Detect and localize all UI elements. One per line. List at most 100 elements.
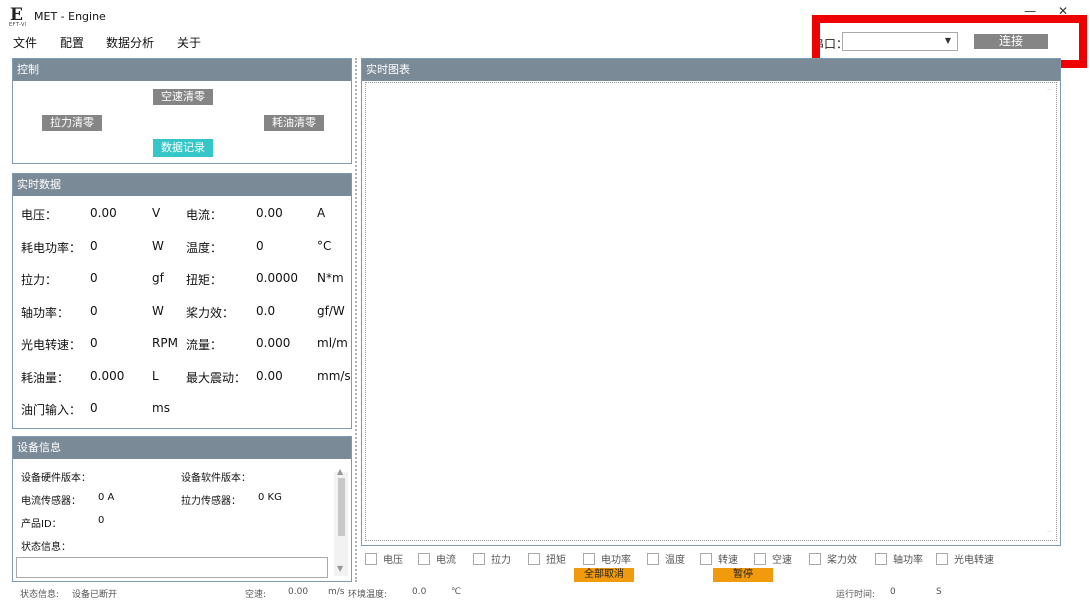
realtime-value: 0.00 xyxy=(256,206,283,220)
scroll-up-icon[interactable]: ▲ xyxy=(337,467,343,476)
realtime-label: 光电转速： xyxy=(21,338,82,352)
airspeed-zero-button[interactable]: 空速清零 xyxy=(153,89,213,105)
chart-plot-area[interactable] xyxy=(365,82,1057,541)
status-info-label: 状态信息： xyxy=(21,542,71,553)
checkbox-label: 电流 xyxy=(436,555,456,566)
checkbox-label: 转速 xyxy=(718,555,738,566)
device-info-scroll-thumb[interactable] xyxy=(338,478,345,536)
realtime-unit: V xyxy=(152,206,161,220)
series-checkbox[interactable]: 电压 xyxy=(365,551,403,566)
series-checkbox[interactable]: 空速 xyxy=(754,551,792,566)
series-checkbox[interactable]: 拉力 xyxy=(473,551,511,566)
realtime-label: 电流： xyxy=(186,208,223,222)
checkbox-box[interactable] xyxy=(583,553,595,565)
checkbox-label: 轴功率 xyxy=(893,555,923,566)
menu-file[interactable]: 文件 xyxy=(13,34,37,51)
realtime-value: 0.0 xyxy=(256,304,276,318)
realtime-label: 桨力效： xyxy=(186,306,235,320)
series-checkbox[interactable]: 桨力效 xyxy=(809,551,857,566)
checkbox-label: 温度 xyxy=(665,555,685,566)
checkbox-label: 拉力 xyxy=(491,555,511,566)
cancel-all-button[interactable]: 全部取消 xyxy=(574,568,634,582)
checkbox-label: 电压 xyxy=(383,555,403,566)
realtime-label: 流量： xyxy=(186,338,223,352)
realtime-label: 耗电功率： xyxy=(21,241,82,255)
series-checkbox[interactable]: 光电转速 xyxy=(936,551,994,566)
realtime-unit: A xyxy=(317,206,326,220)
realtime-value: 0.00 xyxy=(90,206,117,220)
realtime-label: 油门输入： xyxy=(21,403,82,417)
series-checkbox[interactable]: 温度 xyxy=(647,551,685,566)
runtime-unit: S xyxy=(936,587,942,597)
control-panel-title: 控制 xyxy=(13,59,351,81)
fuel-zero-button[interactable]: 耗油清零 xyxy=(264,115,324,131)
data-record-button[interactable]: 数据记录 xyxy=(153,139,213,157)
realtime-value: 0.0000 xyxy=(256,271,298,285)
realtime-unit: W xyxy=(152,304,164,318)
env-temp-unit: ℃ xyxy=(451,587,462,597)
checkbox-box[interactable] xyxy=(528,553,540,565)
realtime-unit: gf/W xyxy=(317,304,345,318)
realtime-label: 扭矩： xyxy=(186,273,223,287)
realtime-value: 0.00 xyxy=(256,369,283,383)
hardware-version-label: 设备硬件版本： xyxy=(21,473,91,484)
realtime-unit: ms xyxy=(152,401,170,415)
checkbox-box[interactable] xyxy=(875,553,887,565)
realtime-value: 0 xyxy=(90,304,98,318)
product-id-label: 产品ID： xyxy=(21,519,62,530)
plot-corner-marker: ·· xyxy=(1047,528,1052,536)
airspeed-label: 空速: xyxy=(245,590,267,600)
series-checkbox[interactable]: 扭矩 xyxy=(528,551,566,566)
airspeed-unit: m/s xyxy=(328,587,345,597)
checkbox-box[interactable] xyxy=(418,553,430,565)
checkbox-label: 空速 xyxy=(772,555,792,566)
checkbox-box[interactable] xyxy=(809,553,821,565)
series-checkbox[interactable]: 电流 xyxy=(418,551,456,566)
realtime-label: 最大震动： xyxy=(186,371,247,385)
checkbox-label: 扭矩 xyxy=(546,555,566,566)
series-checkbox[interactable]: 转速 xyxy=(700,551,738,566)
realtime-value: 0.000 xyxy=(90,369,125,383)
pull-zero-button[interactable]: 拉力清零 xyxy=(42,115,102,131)
checkbox-box[interactable] xyxy=(473,553,485,565)
product-id-value: 0 xyxy=(98,515,105,526)
menu-data-analysis[interactable]: 数据分析 xyxy=(106,34,154,51)
pull-sensor-label: 拉力传感器： xyxy=(181,496,241,507)
current-sensor-value: 0 A xyxy=(98,492,115,503)
realtime-unit: RPM xyxy=(152,336,178,350)
scroll-down-icon[interactable]: ▼ xyxy=(337,564,343,573)
status-info-field[interactable] xyxy=(16,557,328,578)
app-logo-sub: EFT-VI xyxy=(9,22,27,28)
realtime-unit: N*m xyxy=(317,271,344,285)
pause-button[interactable]: 暂停 xyxy=(713,568,773,582)
menu-config[interactable]: 配置 xyxy=(60,34,84,51)
checkbox-box[interactable] xyxy=(365,553,377,565)
realtime-unit: L xyxy=(152,369,159,383)
checkbox-box[interactable] xyxy=(700,553,712,565)
series-checkbox[interactable]: 轴功率 xyxy=(875,551,923,566)
env-temp-value: 0.0 xyxy=(412,587,427,597)
realtime-value: 0 xyxy=(90,239,98,253)
splitter[interactable] xyxy=(355,58,357,582)
airspeed-value: 0.00 xyxy=(288,587,309,597)
series-checkbox[interactable]: 电功率 xyxy=(583,551,631,566)
checkbox-box[interactable] xyxy=(754,553,766,565)
realtime-value: 0 xyxy=(90,401,98,415)
realtime-label: 拉力： xyxy=(21,273,58,287)
device-info-title: 设备信息 xyxy=(13,437,351,459)
realtime-value: 0 xyxy=(90,271,98,285)
realtime-value: 0 xyxy=(90,336,98,350)
checkbox-label: 电功率 xyxy=(601,555,631,566)
realtime-value: 0 xyxy=(256,239,264,253)
realtime-data-title: 实时数据 xyxy=(13,174,351,196)
realtime-unit: °C xyxy=(317,239,332,253)
menu-about[interactable]: 关于 xyxy=(177,34,201,51)
checkbox-box[interactable] xyxy=(936,553,948,565)
realtime-label: 耗油量： xyxy=(21,371,70,385)
checkbox-label: 光电转速 xyxy=(954,555,994,566)
status-label: 状态信息: xyxy=(20,590,60,600)
checkbox-box[interactable] xyxy=(647,553,659,565)
menu-bar: 文件 配置 数据分析 关于 xyxy=(0,32,800,52)
realtime-value: 0.000 xyxy=(256,336,291,350)
checkbox-label: 桨力效 xyxy=(827,555,857,566)
